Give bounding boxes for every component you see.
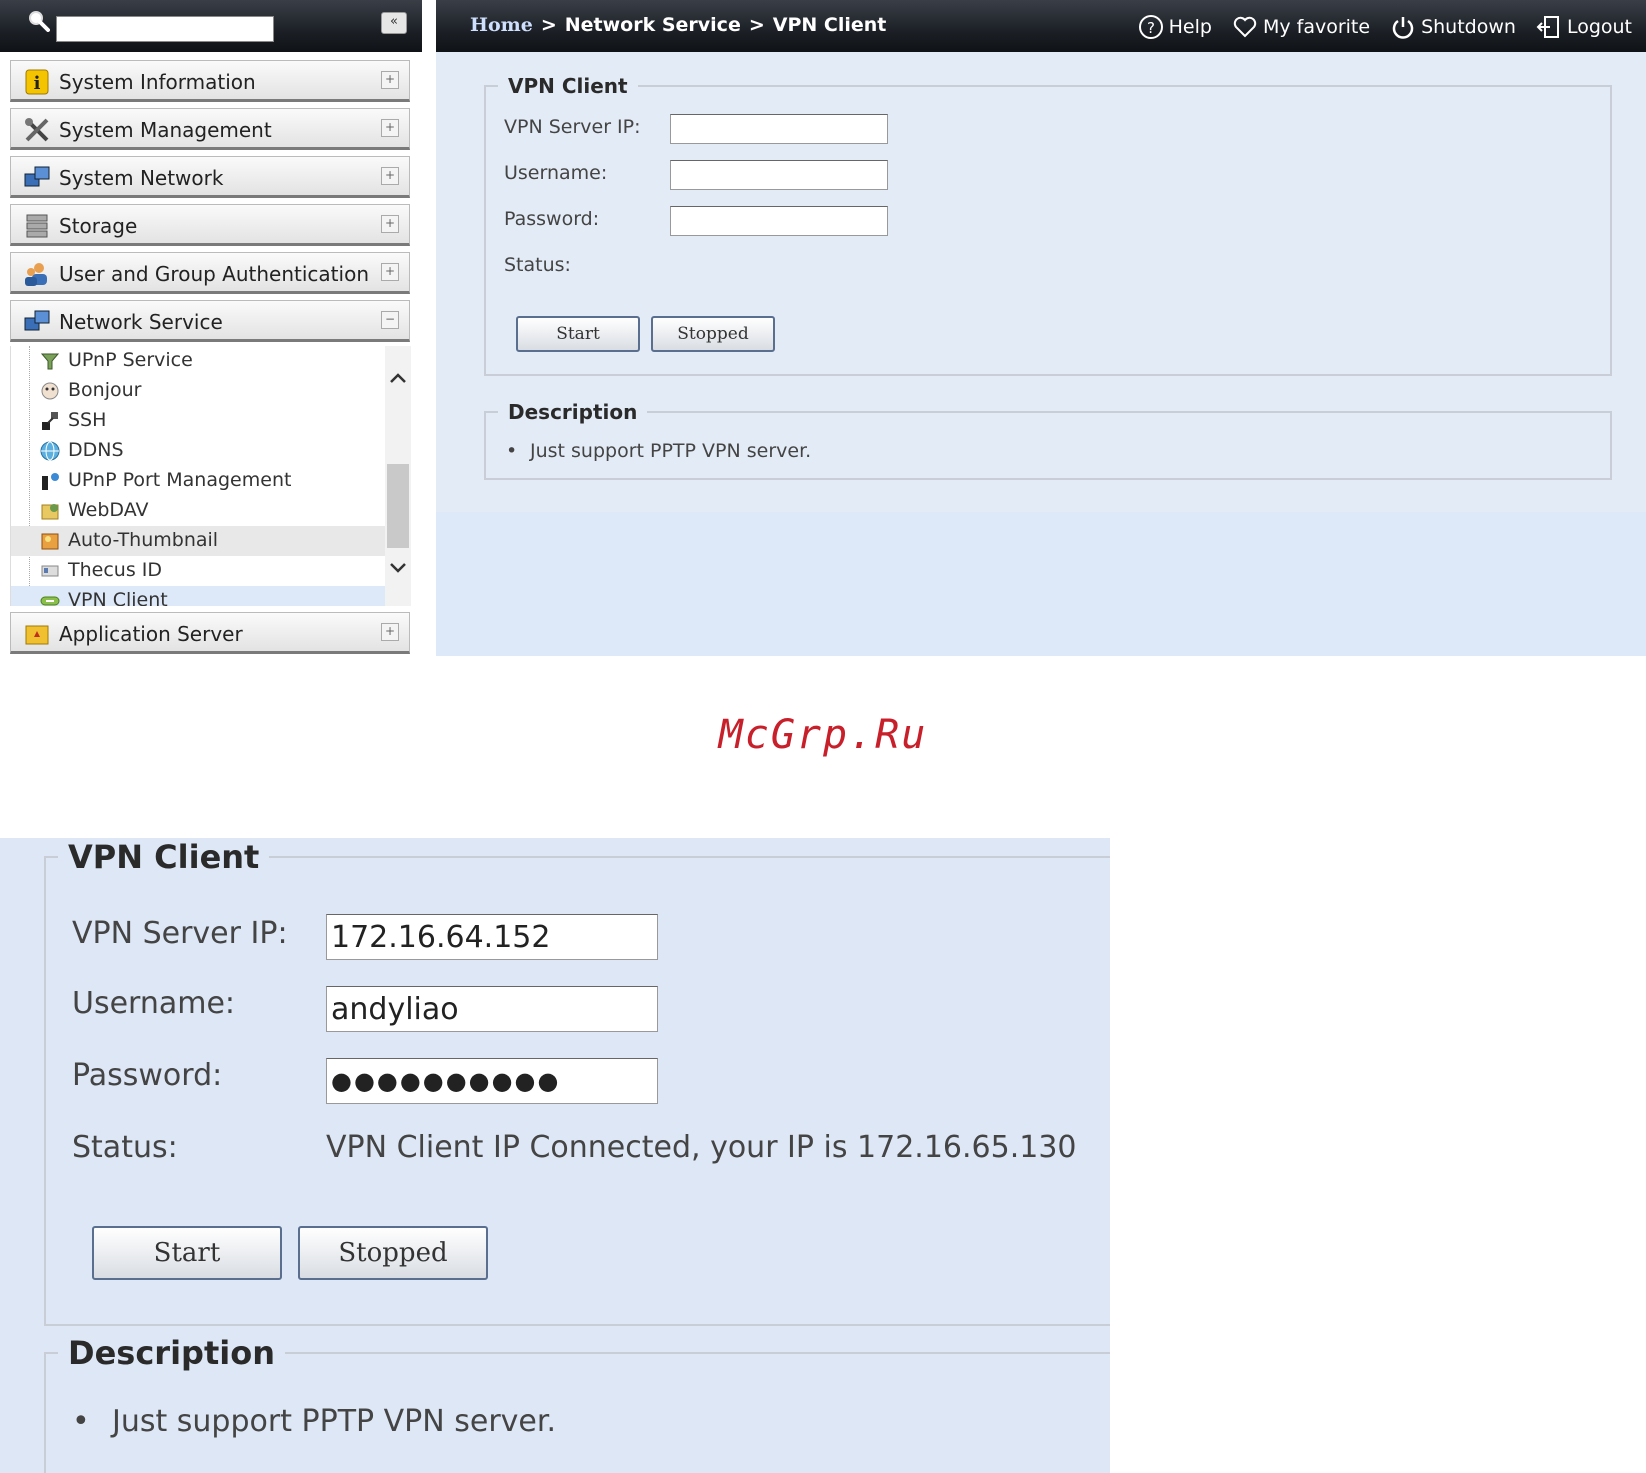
username-label: Username: [72,986,236,1021]
sidebar-item-ddns[interactable]: DDNS [11,436,385,466]
stopped-button[interactable]: Stopped [298,1226,488,1280]
sidebar-category-system-information[interactable]: i System Information + [10,60,410,102]
logout-link[interactable]: Logout [1536,14,1632,40]
vpn-client-connected-screenshot: VPN Client VPN Server IP: Username: Pass… [0,838,1110,1473]
username-input[interactable] [670,160,888,190]
sidebar-category-storage[interactable]: Storage + [10,204,410,246]
description-item: Just support PPTP VPN server. [112,1404,556,1439]
breadcrumb-separator: > [748,14,765,36]
breadcrumb: Home > Network Service > VPN Client [470,14,886,36]
password-input[interactable] [670,206,888,236]
users-icon [25,263,47,286]
description-bullet: • [72,1404,90,1439]
watermark-text: McGrp.Ru [718,712,928,758]
sidebar-item-upnp-service[interactable]: UPnP Service [11,346,385,376]
sidebar-category-system-management[interactable]: System Management + [10,108,410,150]
search-bar: « [0,0,426,52]
help-icon: ? [1138,15,1163,39]
start-button[interactable]: Start [92,1226,282,1280]
vpn-client-legend: VPN Client [68,838,260,876]
sidebar-item-vpn-client[interactable]: VPN Client [11,586,385,606]
vpn-server-ip-label: VPN Server IP: [72,916,288,951]
sidebar-category-system-network[interactable]: System Network + [10,156,410,198]
vpn-client-page: VPN Client VPN Server IP: Username: Pass… [436,52,1646,512]
network-service-subtree: UPnP Service Bonjour SSH DDNS UPnP Port … [10,346,411,606]
breadcrumb-current-page: VPN Client [772,14,887,36]
description-legend: Description [68,1334,275,1372]
nas-admin-screenshot: « Home > Network Service > VPN Client ? Help… [0,0,1646,656]
breadcrumb-section[interactable]: Network Service [565,14,741,36]
expand-icon[interactable]: + [381,71,399,89]
expand-icon[interactable]: + [381,215,399,233]
sidebar-item-auto-thumbnail[interactable]: Auto-Thumbnail [11,526,385,556]
upnp-icon [40,353,60,370]
storage-icon [26,214,48,238]
sidebar-category-application-server[interactable]: Application Server + [10,612,410,654]
description-item: Just support PPTP VPN server. [530,440,812,462]
sidebar-item-webdav[interactable]: WebDAV [11,496,385,526]
chevron-up-icon[interactable] [385,366,411,392]
sidebar-item-bonjour[interactable]: Bonjour [11,376,385,406]
collapse-icon[interactable]: − [381,311,399,329]
id-card-icon [41,565,59,577]
heart-icon [1233,16,1257,38]
thumbnail-icon [41,533,59,550]
application-server-icon [25,625,49,645]
scrollbar-thumb[interactable] [387,464,409,548]
vpn-client-legend: VPN Client [508,74,628,98]
description-legend: Description [508,400,638,424]
network-icon [24,166,50,187]
port-icon [42,473,59,490]
password-label: Password: [504,208,600,230]
sidebar-item-thecus-id[interactable]: Thecus ID [11,556,385,586]
breadcrumb-separator: > [540,14,557,36]
status-value: VPN Client IP Connected, your IP is 172.… [326,1130,1077,1165]
sidebar-category-user-group-auth[interactable]: User and Group Authentication + [10,252,410,294]
help-link[interactable]: ? Help [1138,14,1212,40]
password-label: Password: [72,1058,223,1093]
search-input[interactable] [56,16,274,42]
username-label: Username: [504,162,608,184]
vpn-server-ip-label: VPN Server IP: [504,116,641,138]
sidebar-item-upnp-port-management[interactable]: UPnP Port Management [11,466,385,496]
ssh-icon [42,412,58,430]
vpn-server-ip-input[interactable] [326,914,658,960]
webdav-icon [41,504,59,520]
username-input[interactable] [326,986,658,1032]
vpn-server-ip-input[interactable] [670,114,888,144]
subtree-scrollbar[interactable] [385,346,411,606]
my-favorite-link[interactable]: My favorite [1232,14,1370,40]
bonjour-icon [41,382,59,400]
network-service-icon [24,310,50,331]
sidebar: i System Information + System Management… [0,52,430,656]
expand-icon[interactable]: + [381,263,399,281]
status-label: Status: [504,254,571,276]
status-label: Status: [72,1130,178,1165]
main-content: VPN Client VPN Server IP: Username: Pass… [436,52,1646,656]
stopped-button[interactable]: Stopped [651,316,775,352]
sidebar-category-network-service[interactable]: Network Service − [10,300,410,342]
expand-icon[interactable]: + [381,119,399,137]
globe-icon [40,441,60,461]
top-header: Home > Network Service > VPN Client ? Help M… [436,0,1646,52]
password-input[interactable] [326,1058,658,1104]
collapse-sidebar-button[interactable]: « [381,12,407,34]
chevron-down-icon[interactable] [385,554,411,580]
header-links: ? Help My favorite Shutdown Logout [1138,14,1632,40]
power-icon [1392,17,1414,39]
start-button[interactable]: Start [516,316,640,352]
tools-icon [25,118,49,142]
logout-icon [1536,16,1559,38]
expand-icon[interactable]: + [381,623,399,641]
expand-icon[interactable]: + [381,167,399,185]
shutdown-link[interactable]: Shutdown [1390,14,1516,40]
svg-text:i: i [34,73,41,94]
description-bullet: • [506,440,518,462]
sidebar-item-ssh[interactable]: SSH [11,406,385,436]
search-icon [29,11,50,32]
svg-text:?: ? [1147,19,1155,37]
info-icon: i [25,69,49,95]
breadcrumb-home-link[interactable]: Home [470,14,533,36]
vpn-icon [40,596,60,606]
